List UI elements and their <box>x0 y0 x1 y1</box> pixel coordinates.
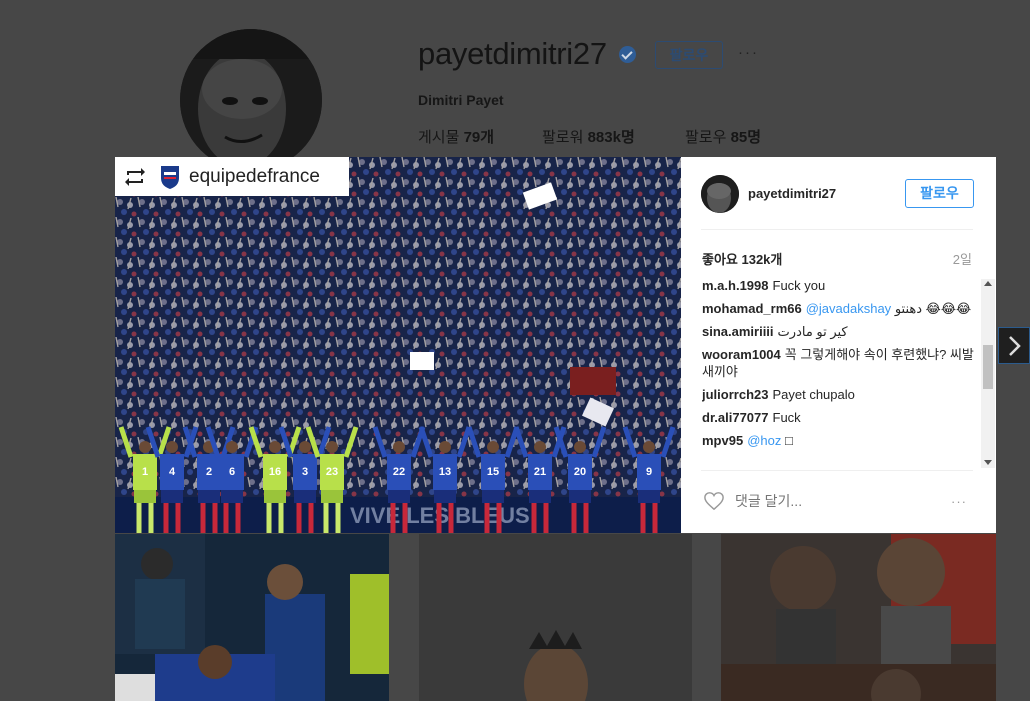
comment: dr.ali77077 Fuck <box>702 409 980 426</box>
jersey-number: 13 <box>439 466 451 478</box>
author-username[interactable]: payetdimitri27 <box>748 186 836 201</box>
follow-button[interactable]: 팔로우 <box>655 41 723 69</box>
jersey-number: 16 <box>269 466 281 478</box>
comment-text: Fuck you <box>772 278 826 293</box>
comment-text: دهنتو 😂😂😂 <box>894 301 972 316</box>
grid-post-thumbnail[interactable] <box>115 534 389 701</box>
profile-username: payetdimitri27 <box>418 36 607 71</box>
comment-username[interactable]: m.a.h.1998 <box>702 278 769 293</box>
chevron-right-icon <box>1009 335 1021 356</box>
post-detail-panel: payetdimitri27 팔로우 좋아요 132k개 2일 m.a.h.19… <box>681 157 996 533</box>
comment-username[interactable]: mpv95 <box>702 433 743 448</box>
comment: juliorrch23 Payet chupalo <box>702 386 980 403</box>
author-avatar[interactable] <box>701 175 739 213</box>
comment-mention[interactable]: @javadakshay <box>806 301 891 316</box>
stat-following-value: 85명 <box>730 129 762 146</box>
comment-username[interactable]: dr.ali77077 <box>702 410 769 425</box>
scroll-down-arrow-icon[interactable] <box>984 460 992 465</box>
heart-icon[interactable] <box>703 491 725 511</box>
stat-following-label: 팔로우 <box>685 129 727 146</box>
stat-followers[interactable]: 팔로워 883k명 <box>542 126 635 147</box>
stat-followers-label: 팔로워 <box>542 129 584 146</box>
comment-text: Fuck <box>772 410 801 425</box>
jersey-number: 15 <box>487 466 499 478</box>
scroll-up-arrow-icon[interactable] <box>984 281 992 286</box>
jersey-number: 2 <box>206 466 212 478</box>
repost-account-label: equipedefrance <box>189 165 320 187</box>
comment-mention[interactable]: @hoz <box>747 433 781 448</box>
comment: wooram1004 꼭 그렇게해야 속이 후련했냐? 씨발새끼야 <box>702 346 980 380</box>
comment: m.a.h.1998 Fuck you <box>702 277 980 294</box>
fff-crest-icon <box>161 165 179 189</box>
post-photo[interactable]: VIVE LES BLEUS 1 4 2 6 16 3 23 22 13 15 21 20 9 equi… <box>115 157 681 533</box>
profile-avatar[interactable] <box>180 29 322 171</box>
next-post-button[interactable] <box>998 327 1030 364</box>
more-options-icon[interactable]: ··· <box>738 44 759 61</box>
repost-icon <box>125 167 145 186</box>
jersey-number: 20 <box>574 466 586 478</box>
stat-posts: 게시물 79개 <box>418 126 494 147</box>
jersey-number: 6 <box>229 466 235 478</box>
jersey-number: 22 <box>393 466 405 478</box>
stat-followers-value: 883k명 <box>587 129 635 146</box>
verified-badge-icon <box>619 46 636 63</box>
comment-username[interactable]: sina.amiriiii <box>702 324 774 339</box>
stat-posts-value: 79개 <box>463 129 495 146</box>
jersey-number: 23 <box>326 466 338 478</box>
comment: sina.amiriiii کیر تو مادرت <box>702 323 980 340</box>
profile-full-name: Dimitri Payet <box>418 92 504 108</box>
stat-following[interactable]: 팔로우 85명 <box>685 126 761 147</box>
jersey-number: 9 <box>646 466 652 478</box>
jersey-number: 3 <box>302 466 308 478</box>
jersey-number: 1 <box>142 466 148 478</box>
comments-list[interactable]: m.a.h.1998 Fuck you mohamad_rm66 @javadaks… <box>702 277 980 468</box>
repost-tag[interactable]: equipedefrance <box>115 157 349 196</box>
post-time[interactable]: 2일 <box>953 249 972 268</box>
comment-username[interactable]: wooram1004 <box>702 347 781 362</box>
comment-username[interactable]: mohamad_rm66 <box>702 301 802 316</box>
divider <box>701 470 973 471</box>
comment-text: کیر تو مادرت <box>777 324 848 339</box>
follow-button[interactable]: 팔로우 <box>905 179 974 208</box>
comment-text: Payet chupalo <box>772 387 855 402</box>
more-options-icon[interactable]: ··· <box>951 494 967 509</box>
scrollbar-thumb[interactable] <box>983 345 993 389</box>
divider <box>701 229 973 230</box>
comment-username[interactable]: juliorrch23 <box>702 387 768 402</box>
comment: mohamad_rm66 @javadakshay دهنتو 😂😂😂 <box>702 300 980 317</box>
comments-scrollbar[interactable] <box>981 279 995 468</box>
comment-input[interactable] <box>735 493 916 509</box>
grid-post-thumbnail[interactable] <box>721 534 996 701</box>
jersey-number: 4 <box>169 466 176 478</box>
comment-text: □ <box>785 433 793 448</box>
jersey-number: 21 <box>534 466 546 478</box>
grid-post-thumbnail[interactable] <box>419 534 692 701</box>
stat-posts-label: 게시물 <box>418 129 460 146</box>
likes-count[interactable]: 좋아요 132k개 <box>702 249 782 268</box>
comment: mpv95 @hoz □ <box>702 432 980 449</box>
